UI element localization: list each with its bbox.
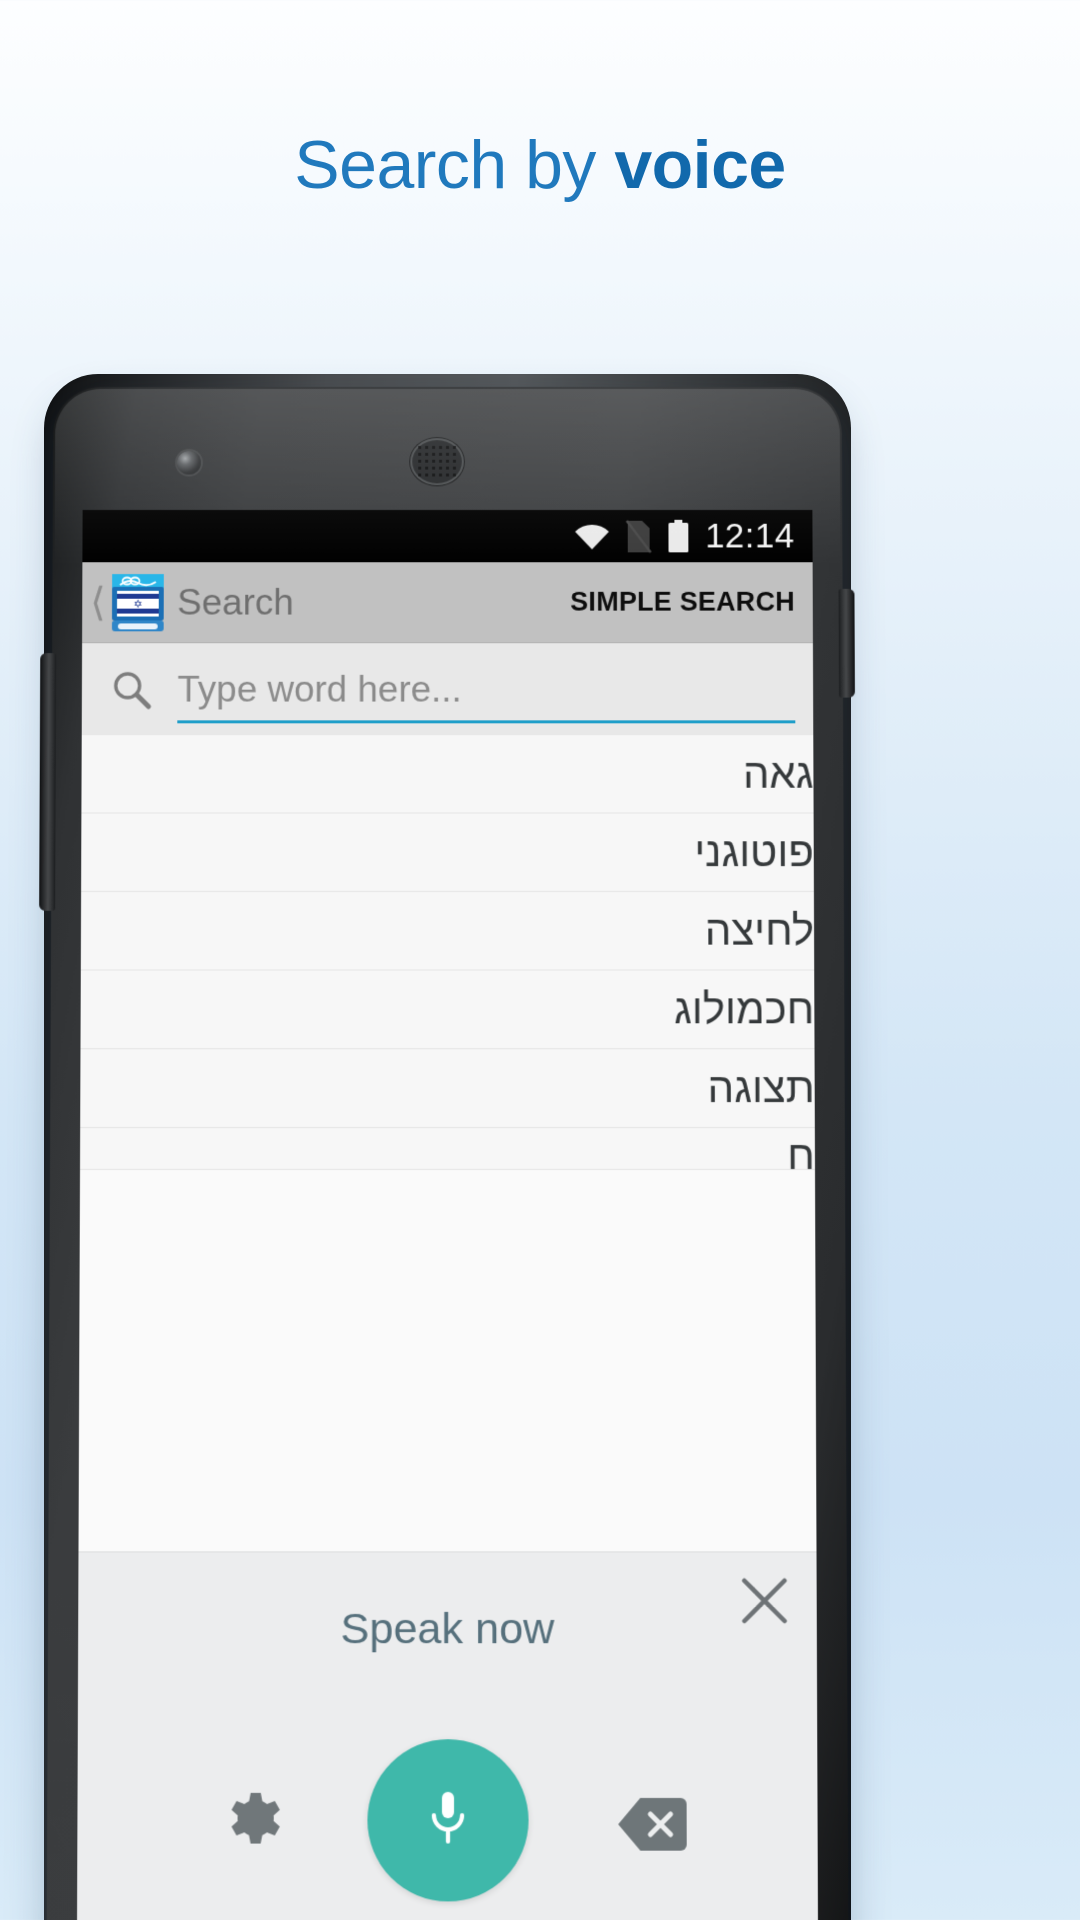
list-item-label: ח xyxy=(787,1132,815,1170)
svg-text:✡: ✡ xyxy=(133,598,142,610)
list-item-label: גאה xyxy=(742,750,814,797)
microphone-icon xyxy=(425,1787,469,1853)
battery-icon xyxy=(666,519,690,553)
search-icon xyxy=(110,667,154,711)
simple-search-button[interactable]: SIMPLE SEARCH xyxy=(570,587,795,618)
phone-mockup: 12:14 ⟨ ✡ Search SIMPLE SEARCH Type word… xyxy=(39,360,855,1920)
search-bar: Type word here... xyxy=(81,643,814,736)
earpiece-speaker-icon xyxy=(410,438,464,486)
voice-search-panel: Speak now xyxy=(76,1551,819,1920)
volume-rocker-button[interactable] xyxy=(39,653,57,911)
action-bar-title: Search xyxy=(177,581,294,622)
phone-body: 12:14 ⟨ ✡ Search SIMPLE SEARCH Type word… xyxy=(39,386,855,1920)
list-item-label: תצוגה xyxy=(707,1064,815,1112)
search-input[interactable]: Type word here... xyxy=(177,659,796,723)
list-item-label: חכמולוג xyxy=(674,985,815,1033)
list-item[interactable]: תצוגה xyxy=(80,1049,815,1129)
search-input-underline xyxy=(177,719,796,723)
list-item[interactable]: חכמולוג xyxy=(80,970,815,1050)
page-title: Search by voice xyxy=(0,0,1080,330)
status-bar-clock: 12:14 xyxy=(705,516,795,555)
action-bar: ⟨ ✡ Search SIMPLE SEARCH xyxy=(82,562,813,644)
page-title-bold: voice xyxy=(614,127,786,203)
status-bar: 12:14 xyxy=(82,509,813,563)
gear-icon[interactable] xyxy=(224,1790,287,1853)
back-chevron-icon[interactable]: ⟨ xyxy=(88,580,110,623)
search-input-placeholder: Type word here... xyxy=(177,668,462,709)
front-camera-icon xyxy=(177,450,201,475)
list-item[interactable]: פוטוגני xyxy=(81,813,814,892)
wifi-icon xyxy=(573,522,611,550)
no-sim-icon xyxy=(626,519,652,553)
power-button[interactable] xyxy=(838,588,855,698)
list-item[interactable]: גאה xyxy=(81,735,814,814)
list-item[interactable]: לחיצה xyxy=(80,891,815,971)
mic-button[interactable] xyxy=(366,1739,529,1902)
list-item-label: לחיצה xyxy=(704,906,815,954)
speak-now-prompt: Speak now xyxy=(340,1604,555,1654)
backspace-delete-icon[interactable] xyxy=(616,1796,687,1853)
list-item-label: פוטוגני xyxy=(694,828,814,876)
phone-screen: 12:14 ⟨ ✡ Search SIMPLE SEARCH Type word… xyxy=(76,509,819,1920)
voice-controls xyxy=(77,1739,818,1920)
hebrew-dictionary-book-icon[interactable]: ✡ xyxy=(110,572,166,633)
word-suggestion-list: גאה פוטוגני לחיצה חכמולוג תצוגה ח xyxy=(80,735,815,1170)
page-title-light: Search by xyxy=(294,127,615,203)
close-icon[interactable] xyxy=(736,1573,792,1629)
list-item[interactable]: ח xyxy=(80,1128,815,1170)
